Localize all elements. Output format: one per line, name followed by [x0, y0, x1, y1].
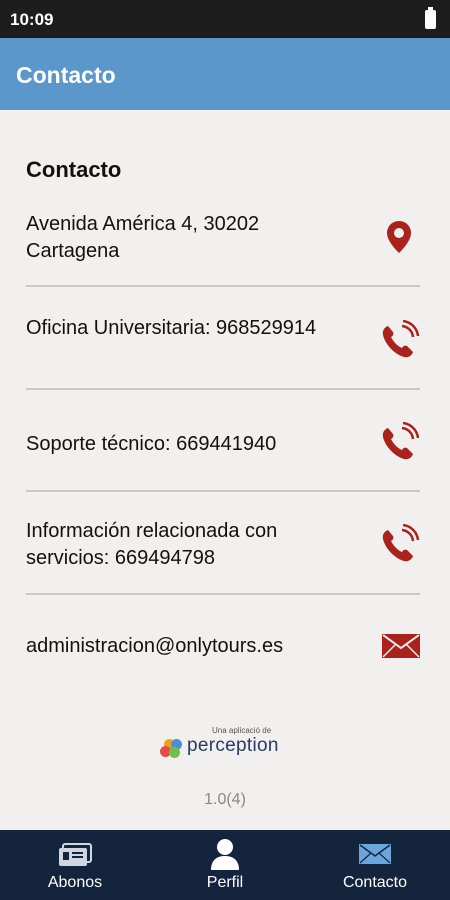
divider	[26, 490, 420, 492]
logo-dot	[169, 747, 180, 758]
nav-item-contacto[interactable]: Contacto	[300, 830, 450, 900]
person-icon	[211, 839, 239, 870]
contact-row-soporte[interactable]: Soporte técnico: 669441940	[26, 415, 420, 475]
phone-icon[interactable]	[380, 320, 420, 360]
status-bar: 10:09	[0, 0, 450, 38]
perception-logo: Una aplicació de perception	[158, 726, 298, 766]
location-pin-icon[interactable]	[386, 220, 412, 254]
divider	[26, 593, 420, 595]
ticket-icon	[59, 843, 92, 866]
branding-tagline: Una aplicació de	[212, 726, 272, 735]
nav-item-abonos[interactable]: Abonos	[0, 830, 150, 900]
section-title: Contacto	[26, 157, 122, 182]
contact-row-servicios[interactable]: Información relacionada con servicios: 6…	[26, 517, 420, 577]
email-text: administracion@onlytours.es	[26, 635, 284, 657]
contact-row-address[interactable]: Avenida América 4, 30202 Cartagena	[26, 208, 420, 268]
mail-icon[interactable]	[382, 634, 420, 658]
envelope-icon	[359, 844, 391, 864]
divider	[26, 388, 420, 390]
app-bar: Contacto	[0, 38, 450, 110]
nav-item-perfil[interactable]: Perfil	[150, 830, 300, 900]
servicios-text: Información relacionada con servicios: 6…	[26, 520, 278, 569]
phone-icon[interactable]	[380, 524, 420, 564]
address-text: Avenida América 4, 30202 Cartagena	[26, 213, 260, 262]
app-version: 1.0(4)	[204, 791, 246, 808]
nav-label-contacto: Contacto	[342, 874, 408, 891]
contact-row-email[interactable]: administracion@onlytours.es	[26, 620, 420, 670]
oficina-text: Oficina Universitaria: 968529914	[26, 317, 317, 339]
soporte-text: Soporte técnico: 669441940	[26, 433, 277, 455]
divider	[26, 285, 420, 287]
nav-label-abonos: Abonos	[47, 874, 103, 891]
battery-icon	[425, 7, 436, 29]
nav-label-perfil: Perfil	[206, 874, 244, 891]
bottom-nav: Abonos Perfil Contacto	[0, 830, 450, 900]
contact-row-oficina[interactable]: Oficina Universitaria: 968529914	[26, 312, 420, 372]
phone-icon[interactable]	[380, 422, 420, 462]
contact-content: Contacto Avenida América 4, 30202 Cartag…	[0, 110, 450, 830]
branding-name: perception	[187, 735, 279, 756]
status-time: 10:09	[10, 10, 54, 29]
page-title: Contacto	[16, 62, 116, 88]
